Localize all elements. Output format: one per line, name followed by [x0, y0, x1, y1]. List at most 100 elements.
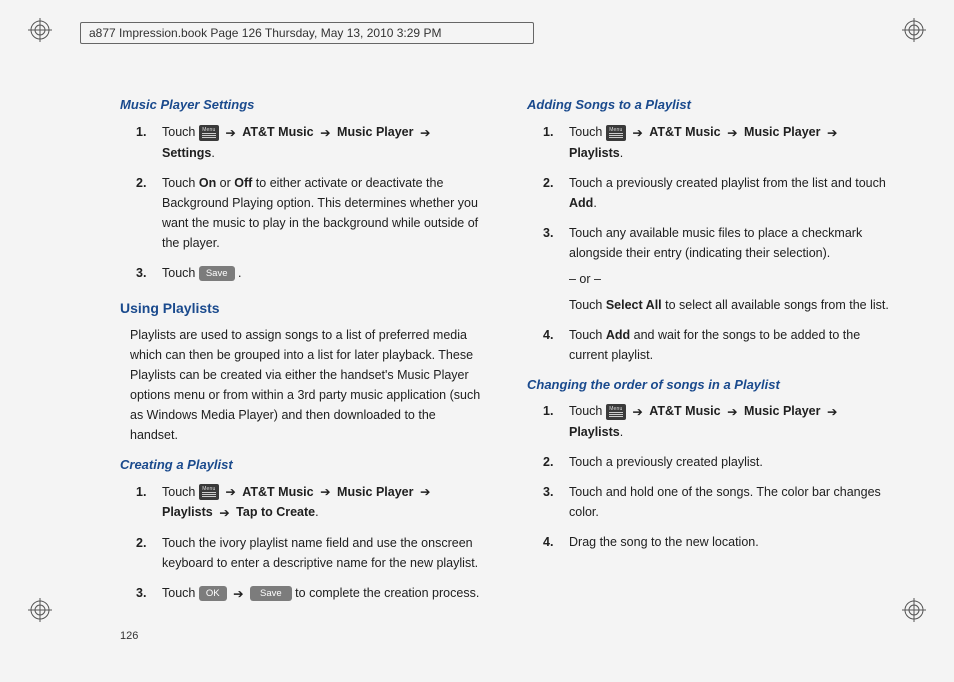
step-item: 2. Touch a previously created playlist. [551, 452, 894, 472]
arrow-icon: ➔ [727, 123, 737, 143]
step-number: 3. [136, 583, 146, 603]
nav-path-part: Playlists [569, 146, 620, 160]
step-text: Touch [162, 125, 199, 139]
arrow-icon: ➔ [225, 482, 235, 502]
step-text: Touch a previously created playlist from… [569, 176, 886, 190]
menu-icon [199, 125, 219, 141]
step-item: 3. Touch Save . [144, 263, 487, 283]
nav-path-part: Music Player [337, 125, 417, 139]
step-item: 1. Touch ➔ AT&T Music ➔ Music Player ➔ P… [551, 122, 894, 163]
step-item: 2. Touch On or Off to either activate or… [144, 173, 487, 253]
page-header: a877 Impression.book Page 126 Thursday, … [80, 22, 534, 44]
arrow-icon: ➔ [320, 482, 330, 502]
steps-adding-songs: 1. Touch ➔ AT&T Music ➔ Music Player ➔ P… [527, 122, 894, 365]
step-text: . [238, 266, 241, 280]
step-text: . [211, 146, 214, 160]
step-number: 1. [136, 122, 146, 142]
steps-music-player-settings: 1. Touch ➔ AT&T Music ➔ Music Player ➔ S… [120, 122, 487, 283]
registration-mark-icon [28, 18, 52, 42]
save-button-graphic: Save [199, 266, 235, 281]
step-text: or [216, 176, 234, 190]
step-text: Touch [162, 485, 199, 499]
step-item: 4. Touch Add and wait for the songs to b… [551, 325, 894, 365]
heading-changing-order: Changing the order of songs in a Playlis… [527, 375, 894, 396]
step-item: 1. Touch ➔ AT&T Music ➔ Music Player ➔ P… [551, 401, 894, 442]
heading-adding-songs: Adding Songs to a Playlist [527, 95, 894, 116]
menu-icon [606, 404, 626, 420]
step-number: 2. [136, 173, 146, 193]
step-item: 3. Touch any available music files to pl… [551, 223, 894, 315]
nav-path-part: Music Player [744, 125, 824, 139]
bold-text: Add [569, 196, 593, 210]
steps-changing-order: 1. Touch ➔ AT&T Music ➔ Music Player ➔ P… [527, 401, 894, 552]
step-item: 1. Touch ➔ AT&T Music ➔ Music Player ➔ P… [144, 482, 487, 523]
step-text: Touch any available music files to place… [569, 226, 862, 260]
nav-path-part: Tap to Create [236, 505, 315, 519]
page-number: 126 [120, 630, 138, 642]
step-item: 3. Touch and hold one of the songs. The … [551, 482, 894, 522]
heading-creating-playlist: Creating a Playlist [120, 455, 487, 476]
ok-button-graphic: OK [199, 586, 227, 601]
bold-text: On [199, 176, 216, 190]
step-number: 2. [543, 452, 553, 472]
steps-creating-playlist: 1. Touch ➔ AT&T Music ➔ Music Player ➔ P… [120, 482, 487, 604]
step-number: 3. [136, 263, 146, 283]
step-number: 4. [543, 325, 553, 345]
nav-path-part: Music Player [744, 404, 824, 418]
save-button-graphic: Save [250, 586, 292, 601]
arrow-icon: ➔ [827, 402, 837, 422]
step-text: to select all available songs from the l… [662, 298, 889, 312]
step-text: Touch and hold one of the songs. The col… [569, 485, 881, 519]
arrow-icon: ➔ [219, 503, 229, 523]
arrow-icon: ➔ [632, 402, 642, 422]
nav-path-part: AT&T Music [242, 485, 317, 499]
nav-path-part: Playlists [569, 425, 620, 439]
step-text: Touch [162, 266, 199, 280]
step-text: . [593, 196, 596, 210]
step-number: 3. [543, 482, 553, 502]
arrow-icon: ➔ [320, 123, 330, 143]
arrow-icon: ➔ [632, 123, 642, 143]
step-number: 1. [543, 401, 553, 421]
step-text: Drag the song to the new location. [569, 535, 759, 549]
step-text: . [620, 425, 623, 439]
step-item: 3. Touch OK ➔ Save to complete the creat… [144, 583, 487, 604]
step-number: 1. [136, 482, 146, 502]
nav-path-part: Music Player [337, 485, 417, 499]
step-text: Touch a previously created playlist. [569, 455, 763, 469]
arrow-icon: ➔ [827, 123, 837, 143]
right-column: Adding Songs to a Playlist 1. Touch ➔ AT… [527, 95, 894, 622]
step-item: 4. Drag the song to the new location. [551, 532, 894, 552]
bold-text: Add [606, 328, 630, 342]
step-number: 3. [543, 223, 553, 243]
registration-mark-icon [902, 18, 926, 42]
step-text: Touch [162, 176, 199, 190]
nav-path-part: AT&T Music [649, 125, 724, 139]
step-number: 1. [543, 122, 553, 142]
nav-path-part: Settings [162, 146, 211, 160]
step-item: 2. Touch a previously created playlist f… [551, 173, 894, 213]
step-number: 2. [543, 173, 553, 193]
paragraph: Playlists are used to assign songs to a … [130, 325, 487, 445]
or-separator: – or – [569, 269, 894, 289]
step-text: Touch [569, 125, 606, 139]
registration-mark-icon [28, 598, 52, 622]
arrow-icon: ➔ [420, 482, 430, 502]
content-area: Music Player Settings 1. Touch ➔ AT&T Mu… [120, 95, 894, 622]
step-text: Touch the ivory playlist name field and … [162, 536, 478, 570]
menu-icon [199, 484, 219, 500]
step-item: 2. Touch the ivory playlist name field a… [144, 533, 487, 573]
nav-path-part: AT&T Music [649, 404, 724, 418]
nav-path-part: Playlists [162, 505, 216, 519]
step-text: Touch [569, 298, 606, 312]
registration-mark-icon [902, 598, 926, 622]
heading-music-player-settings: Music Player Settings [120, 95, 487, 116]
bold-text: Select All [606, 298, 662, 312]
left-column: Music Player Settings 1. Touch ➔ AT&T Mu… [120, 95, 487, 622]
step-number: 2. [136, 533, 146, 553]
step-text: Touch [162, 586, 199, 600]
arrow-icon: ➔ [233, 584, 243, 604]
page: a877 Impression.book Page 126 Thursday, … [0, 0, 954, 682]
menu-icon [606, 125, 626, 141]
nav-path-part: AT&T Music [242, 125, 317, 139]
